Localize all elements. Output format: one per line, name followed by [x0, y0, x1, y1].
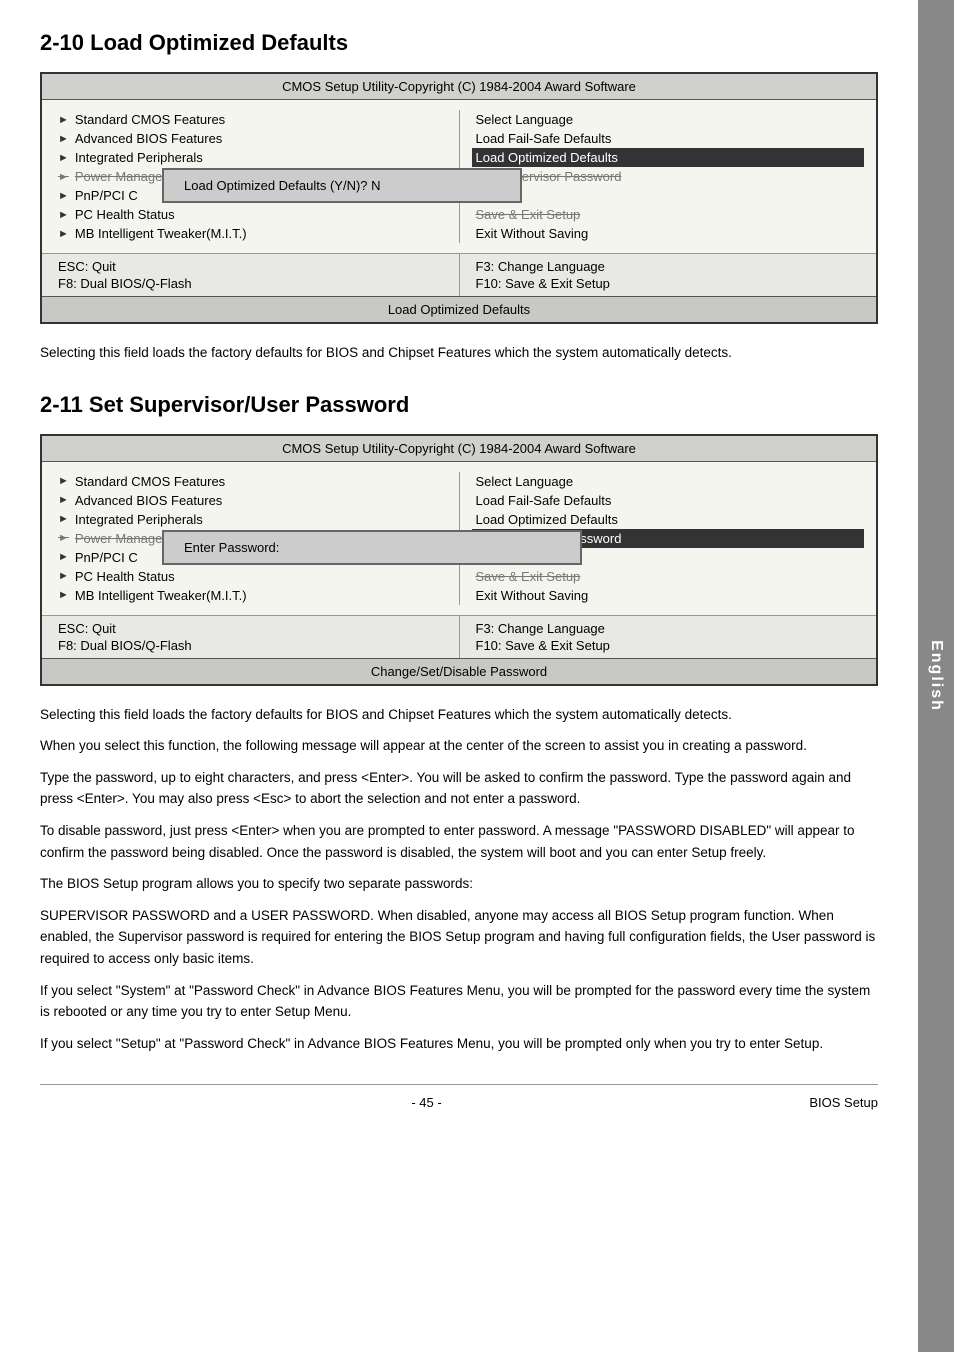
arrow-icon: ► — [58, 551, 69, 563]
bios-left-item-2-3: ► Integrated Peripherals — [58, 510, 443, 529]
bios-footer-2-right: F3: Change Language F10: Save & Exit Set… — [460, 616, 877, 658]
page-footer: - 45 - BIOS Setup — [40, 1084, 878, 1110]
section-2-11-body5: The BIOS Setup program allows you to spe… — [40, 873, 878, 895]
section-2-11-body4: To disable password, just press <Enter> … — [40, 820, 878, 863]
arrow-icon: ► — [58, 190, 69, 202]
bios-right-item-1-7: Exit Without Saving — [476, 224, 861, 243]
section-2-10-body: Selecting this field loads the factory d… — [40, 342, 878, 364]
bios-footer-1-f3: F3: Change Language — [476, 258, 861, 275]
bios-right-item-2-7: Exit Without Saving — [476, 586, 861, 605]
bios-footer-1-esc: ESC: Quit — [58, 258, 443, 275]
bios-footer-2-f8: F8: Dual BIOS/Q-Flash — [58, 637, 443, 654]
section-2-11-body3: Type the password, up to eight character… — [40, 767, 878, 810]
bios-footer-1-left: ESC: Quit F8: Dual BIOS/Q-Flash — [42, 254, 460, 296]
section-2-10: 2-10 Load Optimized Defaults CMOS Setup … — [40, 30, 878, 364]
bios-left-item-1-1: ► Standard CMOS Features — [58, 110, 443, 129]
arrow-icon: ► — [58, 114, 69, 126]
bios-left-item-1-2: ► Advanced BIOS Features — [58, 129, 443, 148]
bios-left-item-2-7: ► MB Intelligent Tweaker(M.I.T.) — [58, 586, 443, 605]
arrow-icon: ► — [58, 475, 69, 487]
bios-right-item-1-6: Save & Exit Setup — [476, 205, 861, 224]
arrow-icon: ► — [58, 589, 69, 601]
bios-footer-2-f10: F10: Save & Exit Setup — [476, 637, 861, 654]
arrow-icon: ► — [58, 532, 69, 544]
section-2-11: 2-11 Set Supervisor/User Password CMOS S… — [40, 392, 878, 1055]
section-2-11-body6: SUPERVISOR PASSWORD and a USER PASSWORD.… — [40, 905, 878, 970]
bios-right-item-1-4: Set Supervisor Password — [476, 167, 861, 186]
bios-left-item-1-3: ► Integrated Peripherals — [58, 148, 443, 167]
bios-title-1: CMOS Setup Utility-Copyright (C) 1984-20… — [42, 74, 876, 100]
arrow-icon: ► — [58, 133, 69, 145]
bios-right-item-2-1: Select Language — [476, 472, 861, 491]
bios-footer-1: ESC: Quit F8: Dual BIOS/Q-Flash F3: Chan… — [42, 253, 876, 296]
main-content: 2-10 Load Optimized Defaults CMOS Setup … — [0, 0, 918, 1140]
arrow-icon: ► — [58, 228, 69, 240]
bios-inner-wrapper-2: ► Standard CMOS Features ► Advanced BIOS… — [42, 462, 876, 615]
bios-footer-2-esc: ESC: Quit — [58, 620, 443, 637]
bios-right-item-1-1: Select Language — [476, 110, 861, 129]
bios-left-item-1-7: ► MB Intelligent Tweaker(M.I.T.) — [58, 224, 443, 243]
bios-left-item-1-6: ► PC Health Status — [58, 205, 443, 224]
bios-footer-2-left: ESC: Quit F8: Dual BIOS/Q-Flash — [42, 616, 460, 658]
arrow-icon: ► — [58, 513, 69, 525]
bios-right-item-2-6: Save & Exit Setup — [476, 567, 861, 586]
bios-dialog-1: Load Optimized Defaults (Y/N)? N — [162, 168, 522, 203]
arrow-icon: ► — [58, 209, 69, 221]
arrow-icon: ► — [58, 494, 69, 506]
arrow-icon: ► — [58, 152, 69, 164]
section-2-10-heading: 2-10 Load Optimized Defaults — [40, 30, 878, 56]
section-2-11-body7: If you select "System" at "Password Chec… — [40, 980, 878, 1023]
bios-title-2: CMOS Setup Utility-Copyright (C) 1984-20… — [42, 436, 876, 462]
section-2-11-heading: 2-11 Set Supervisor/User Password — [40, 392, 878, 418]
bios-left-item-2-2: ► Advanced BIOS Features — [58, 491, 443, 510]
bios-dialog-1-text: Load Optimized Defaults (Y/N)? N — [184, 178, 381, 193]
bios-right-item-1-3: Load Optimized Defaults — [472, 148, 865, 167]
side-tab-label: English — [927, 640, 945, 712]
bios-dialog-2: Enter Password: — [162, 530, 582, 565]
page-footer-left — [40, 1095, 44, 1110]
bios-footer-1-right: F3: Change Language F10: Save & Exit Set… — [460, 254, 877, 296]
section-2-11-body1: Selecting this field loads the factory d… — [40, 704, 878, 726]
arrow-icon: ► — [58, 570, 69, 582]
bios-right-item-2-2: Load Fail-Safe Defaults — [476, 491, 861, 510]
page-footer-right: BIOS Setup — [809, 1095, 878, 1110]
bios-right-item-2-3: Load Optimized Defaults — [476, 510, 861, 529]
bios-right-item-1-5 — [476, 186, 861, 205]
bios-box-2: CMOS Setup Utility-Copyright (C) 1984-20… — [40, 434, 878, 686]
section-2-11-body8: If you select "Setup" at "Password Check… — [40, 1033, 878, 1055]
bios-footer-2: ESC: Quit F8: Dual BIOS/Q-Flash F3: Chan… — [42, 615, 876, 658]
bios-inner-wrapper-1: ► Standard CMOS Features ► Advanced BIOS… — [42, 100, 876, 253]
bios-footer-1-f8: F8: Dual BIOS/Q-Flash — [58, 275, 443, 292]
section-2-11-body2: When you select this function, the follo… — [40, 735, 878, 757]
arrow-icon: ► — [58, 171, 69, 183]
bios-right-item-1-2: Load Fail-Safe Defaults — [476, 129, 861, 148]
bios-status-2: Change/Set/Disable Password — [42, 658, 876, 684]
bios-left-item-2-6: ► PC Health Status — [58, 567, 443, 586]
bios-footer-1-f10: F10: Save & Exit Setup — [476, 275, 861, 292]
bios-footer-2-f3: F3: Change Language — [476, 620, 861, 637]
bios-box-1: CMOS Setup Utility-Copyright (C) 1984-20… — [40, 72, 878, 324]
bios-dialog-2-text: Enter Password: — [184, 540, 279, 555]
page-number: - 45 - — [411, 1095, 441, 1110]
side-tab: English — [918, 0, 954, 1352]
bios-status-1: Load Optimized Defaults — [42, 296, 876, 322]
bios-left-item-2-1: ► Standard CMOS Features — [58, 472, 443, 491]
